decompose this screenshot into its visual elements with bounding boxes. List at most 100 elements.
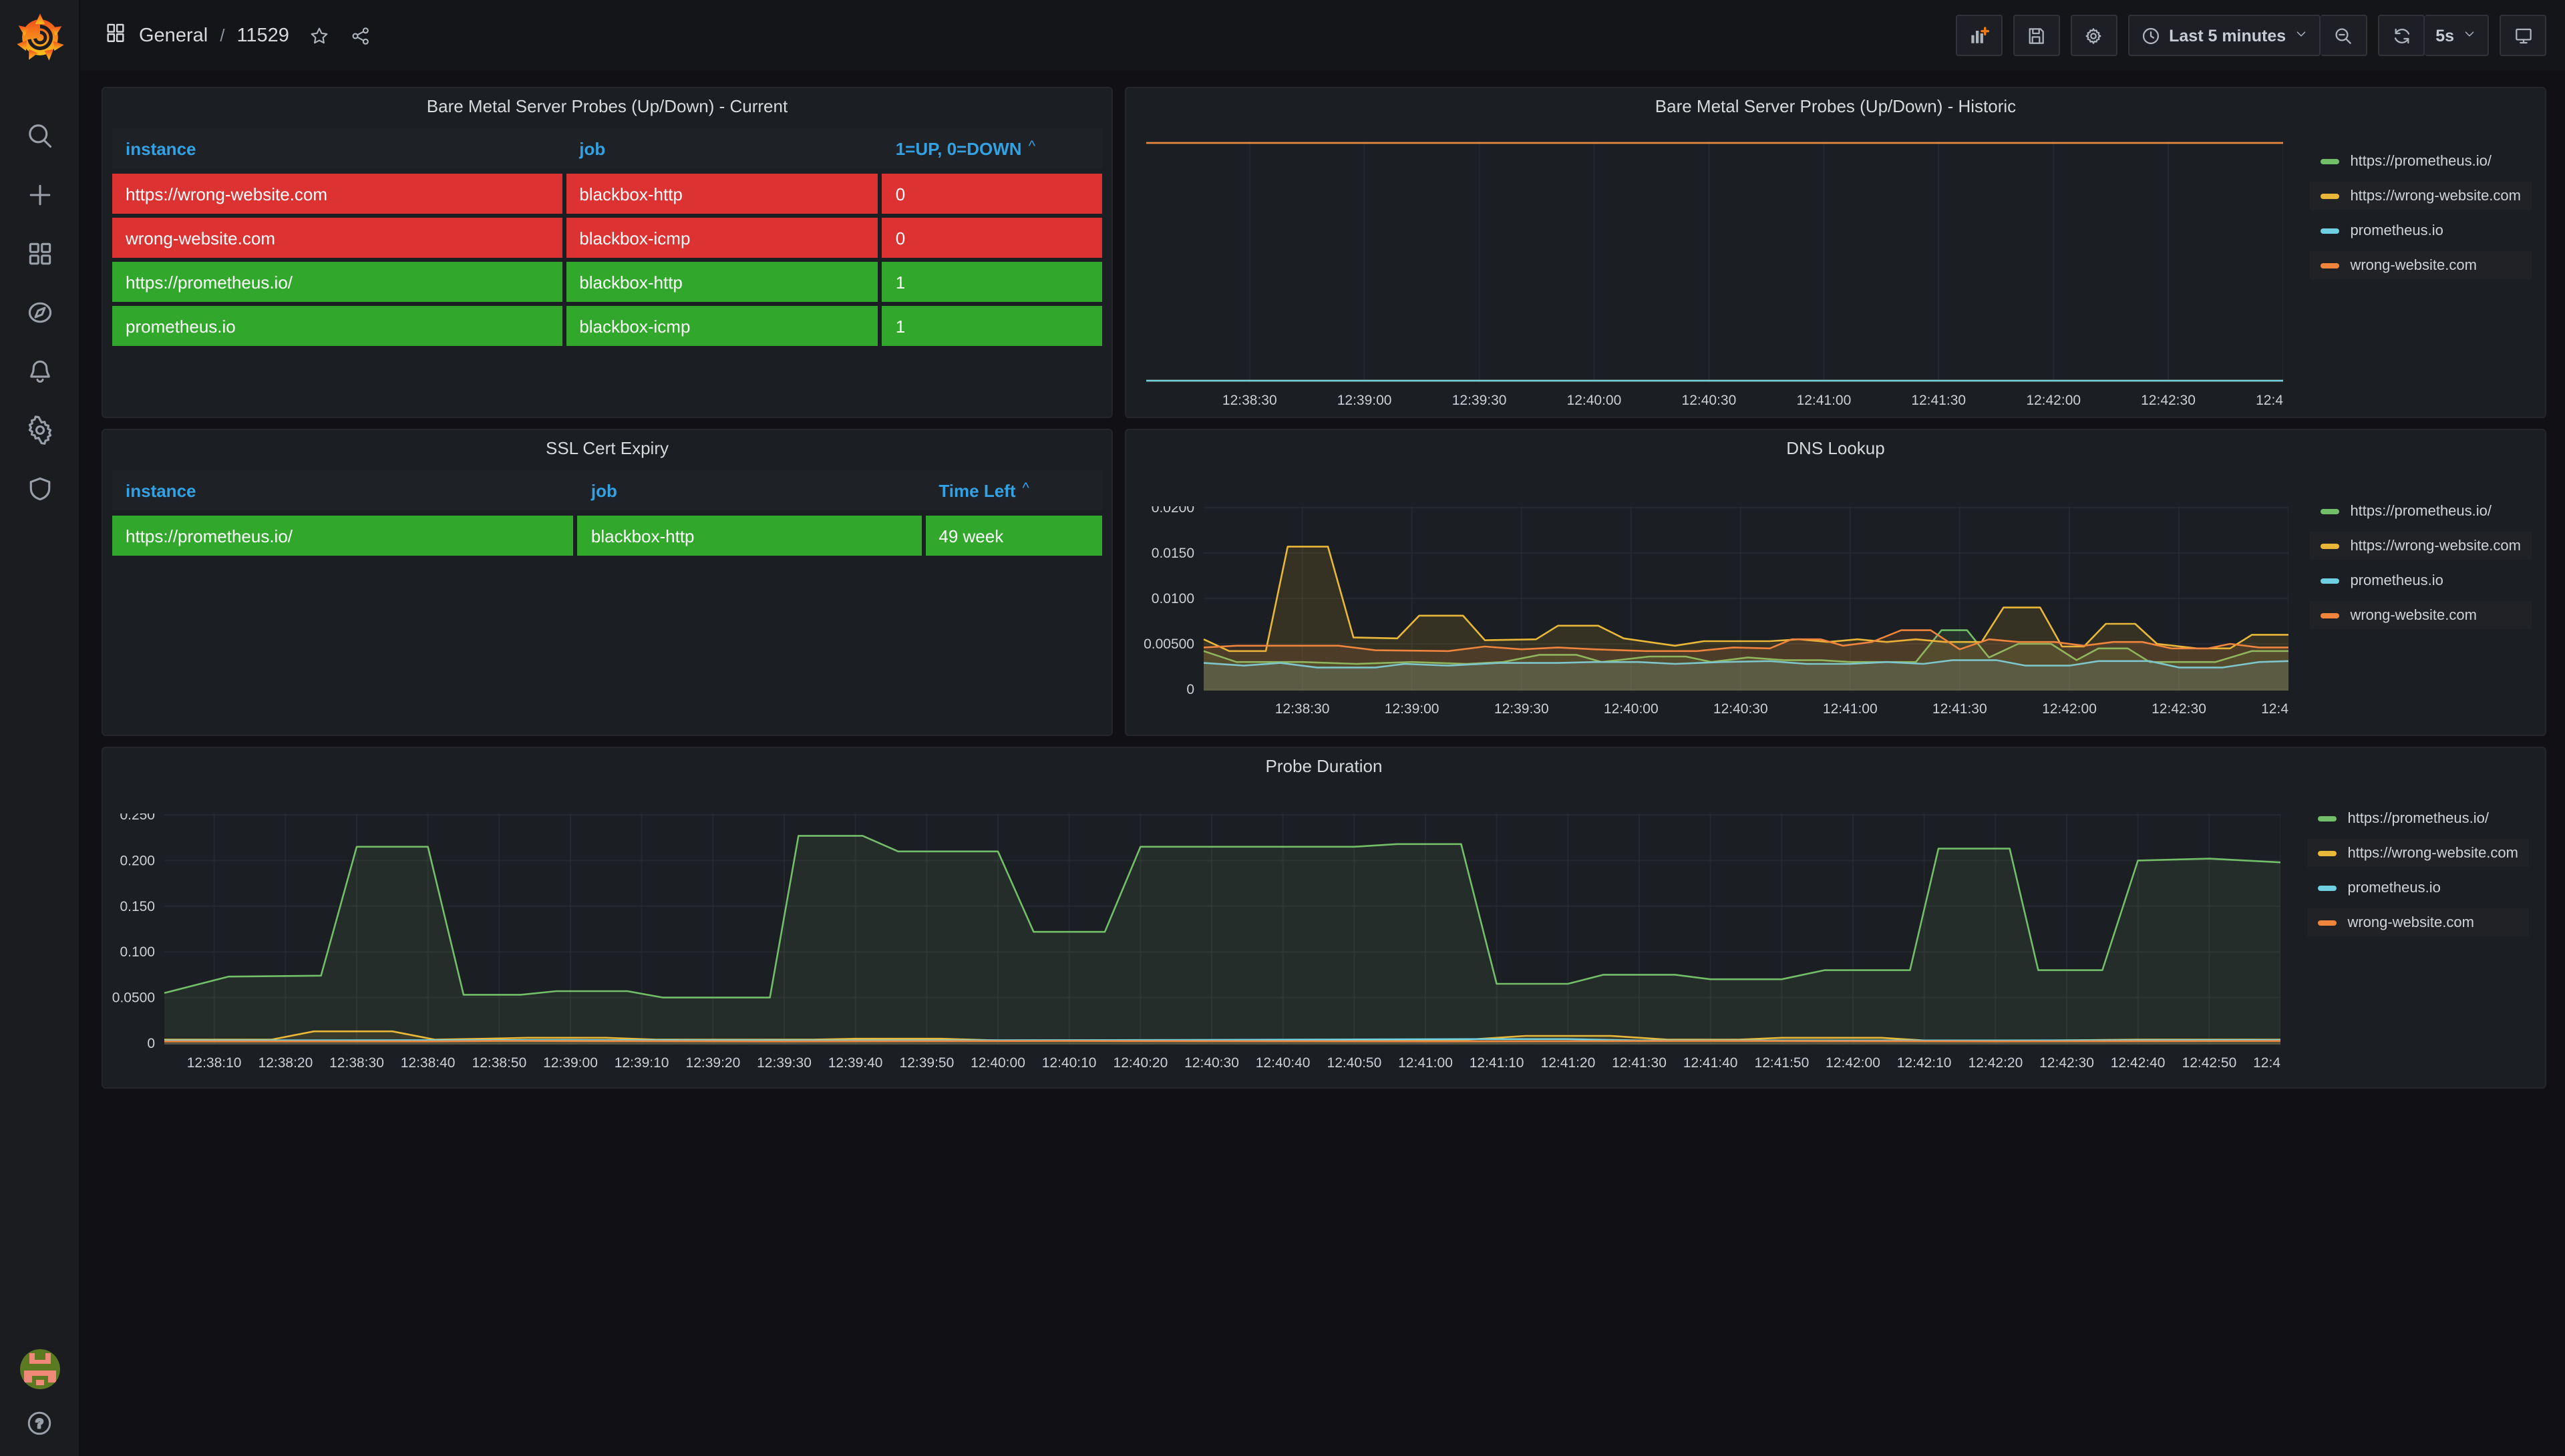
search-icon[interactable] [25, 122, 54, 151]
time-range-picker[interactable]: Last 5 minutes [2127, 15, 2321, 56]
svg-text:12:38:40: 12:38:40 [401, 1055, 456, 1071]
cell-job: blackbox-http [578, 516, 922, 556]
panel-title[interactable]: Bare Metal Server Probes (Up/Down) - His… [1126, 88, 2545, 126]
share-icon[interactable] [351, 25, 372, 46]
cell-value: 1 [882, 306, 1102, 346]
breadcrumb-dashboard[interactable]: 11529 [236, 25, 289, 46]
svg-text:12:42:50: 12:42:50 [2182, 1055, 2237, 1071]
legend-item[interactable]: https://prometheus.io/ [2307, 804, 2529, 832]
svg-text:12:42:30: 12:42:30 [2141, 393, 2196, 408]
breadcrumb-folder[interactable]: General [139, 25, 208, 46]
svg-text:12:39:10: 12:39:10 [615, 1055, 669, 1071]
svg-text:12:39:00: 12:39:00 [543, 1055, 598, 1071]
legend-item[interactable]: wrong-website.com [2310, 251, 2532, 279]
svg-text:12:41:00: 12:41:00 [1398, 1055, 1453, 1071]
time-range-label: Last 5 minutes [2169, 26, 2286, 45]
svg-text:12:39:20: 12:39:20 [686, 1055, 741, 1071]
svg-text:12:42:10: 12:42:10 [1897, 1055, 1952, 1071]
column-header-instance[interactable]: instance [112, 470, 574, 510]
column-header-instance[interactable]: instance [112, 128, 562, 168]
ssl-table: instance job Time Left ^ https://prometh… [112, 470, 1102, 556]
dashboard-settings-button[interactable] [2070, 15, 2117, 56]
legend-item[interactable]: https://wrong-website.com [2310, 182, 2532, 210]
column-header-timeleft[interactable]: Time Left ^ [925, 470, 1102, 510]
panel-title[interactable]: Probe Duration [103, 748, 2545, 785]
dashboards-icon[interactable] [25, 239, 54, 268]
legend-item[interactable]: https://wrong-website.com [2307, 839, 2529, 867]
column-header-job[interactable]: job [566, 128, 878, 168]
topbar-controls: Last 5 minutes 5s [1955, 15, 2546, 56]
cell-value: 1 [882, 262, 1102, 302]
panel-probe-duration: Probe Duration 12:38:1012:38:2012:38:301… [102, 747, 2546, 1089]
legend-item[interactable]: https://prometheus.io/ [2310, 147, 2532, 175]
svg-text:12:41:50: 12:41:50 [1755, 1055, 1810, 1071]
topbar: General / 11529 Last 5 min [80, 0, 2565, 71]
configuration-gear-icon[interactable] [25, 415, 54, 445]
historic-chart[interactable]: 12:38:3012:39:0012:39:3012:40:0012:40:30… [1146, 142, 2283, 411]
explore-compass-icon[interactable] [25, 298, 54, 327]
legend-item[interactable]: https://wrong-website.com [2310, 532, 2532, 560]
column-header-value[interactable]: 1=UP, 0=DOWN ^ [882, 128, 1102, 168]
svg-text:0.0200: 0.0200 [1152, 506, 1194, 516]
refresh-interval-label: 5s [2435, 26, 2454, 45]
legend-item[interactable]: wrong-website.com [2307, 908, 2529, 936]
dashboard-area: Bare Metal Server Probes (Up/Down) - Cur… [80, 71, 2565, 1456]
panel-title[interactable]: DNS Lookup [1126, 430, 2545, 468]
svg-text:12:41:30: 12:41:30 [1932, 701, 1987, 717]
svg-text:12:41:10: 12:41:10 [1470, 1055, 1524, 1071]
svg-text:12:42:40: 12:42:40 [2111, 1055, 2166, 1071]
legend-color-chip [2321, 543, 2339, 548]
panel-title[interactable]: Bare Metal Server Probes (Up/Down) - Cur… [103, 88, 1112, 126]
svg-text:12:40:30: 12:40:30 [1682, 393, 1737, 408]
star-icon[interactable] [309, 25, 331, 46]
cell-instance: https://prometheus.io/ [112, 516, 574, 556]
alerting-bell-icon[interactable] [25, 357, 54, 386]
svg-text:12:43:00: 12:43:00 [2261, 701, 2288, 717]
legend-item[interactable]: prometheus.io [2307, 874, 2529, 902]
cell-job: blackbox-icmp [566, 218, 878, 258]
svg-text:12:42:00: 12:42:00 [1826, 1055, 1880, 1071]
svg-text:12:39:30: 12:39:30 [1494, 701, 1549, 717]
legend-item[interactable]: https://prometheus.io/ [2310, 497, 2532, 525]
svg-text:12:38:50: 12:38:50 [472, 1055, 527, 1071]
svg-text:12:41:20: 12:41:20 [1541, 1055, 1596, 1071]
grafana-logo-icon[interactable] [14, 12, 65, 63]
legend-color-chip [2318, 920, 2337, 925]
user-avatar[interactable] [19, 1349, 59, 1389]
legend-item[interactable]: prometheus.io [2310, 566, 2532, 594]
legend-color-chip [2321, 508, 2339, 514]
dashboard-grid-icon[interactable] [104, 21, 127, 50]
svg-text:12:42:00: 12:42:00 [2026, 393, 2081, 408]
add-panel-button[interactable] [1955, 15, 2002, 56]
column-header-job[interactable]: job [578, 470, 922, 510]
legend-color-chip [2321, 578, 2339, 583]
panel-title[interactable]: SSL Cert Expiry [103, 430, 1112, 468]
svg-text:0: 0 [1186, 682, 1194, 697]
svg-text:12:39:00: 12:39:00 [1385, 701, 1439, 717]
legend-item[interactable]: prometheus.io [2310, 216, 2532, 244]
refresh-button[interactable] [2378, 15, 2425, 56]
create-plus-icon[interactable] [25, 180, 54, 210]
sidebar-bottom: ? [0, 1349, 79, 1437]
cycle-view-mode-button[interactable] [2500, 15, 2546, 56]
chevron-down-icon [2462, 26, 2477, 45]
svg-text:0.200: 0.200 [120, 853, 155, 868]
save-dashboard-button[interactable] [2013, 15, 2059, 56]
help-icon[interactable]: ? [25, 1408, 54, 1437]
svg-text:12:41:30: 12:41:30 [1612, 1055, 1667, 1071]
svg-text:0.0500: 0.0500 [112, 990, 155, 1006]
refresh-group: 5s [2378, 15, 2489, 56]
server-admin-shield-icon[interactable] [25, 474, 54, 504]
dns-chart[interactable]: 12:38:3012:39:0012:39:3012:40:0012:40:30… [1137, 506, 2288, 728]
legend-color-chip [2321, 228, 2339, 233]
zoom-out-button[interactable] [2321, 15, 2367, 56]
chevron-down-icon [2294, 26, 2308, 45]
legend-item[interactable]: wrong-website.com [2310, 601, 2532, 629]
svg-text:0: 0 [147, 1036, 155, 1051]
chart-legend: https://prometheus.io/ https://wrong-web… [2307, 804, 2529, 936]
refresh-interval-picker[interactable]: 5s [2425, 15, 2489, 56]
table-row: prometheus.io blackbox-icmp 1 [112, 306, 1102, 346]
svg-text:12:39:50: 12:39:50 [900, 1055, 955, 1071]
probe-duration-chart[interactable]: 12:38:1012:38:2012:38:3012:38:4012:38:50… [111, 813, 2280, 1082]
svg-text:12:40:50: 12:40:50 [1327, 1055, 1382, 1071]
